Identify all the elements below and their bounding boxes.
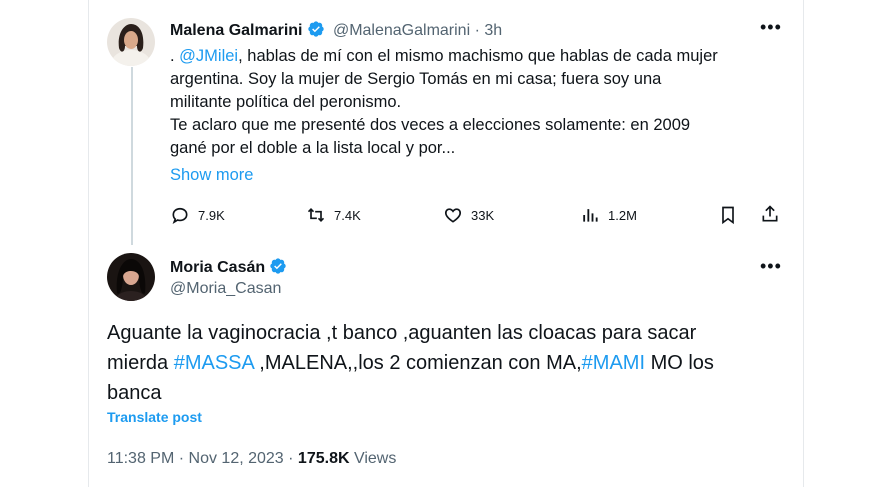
share-icon[interactable]: [760, 204, 780, 224]
post-author-name[interactable]: Moria Casán: [170, 259, 265, 276]
bookmark-icon[interactable]: [718, 205, 738, 225]
repost-icon: [307, 207, 325, 223]
verified-badge-icon: [307, 21, 324, 37]
repost-count: 7.4K: [334, 207, 361, 223]
views-action[interactable]: 1.2M: [580, 205, 637, 225]
post-more-icon[interactable]: •••: [760, 256, 782, 277]
reply-icon: [172, 207, 188, 224]
reply-author-handle[interactable]: @MalenaGalmarini: [333, 22, 470, 39]
like-icon: [444, 208, 462, 223]
views-icon: [583, 209, 598, 222]
translate-post-link[interactable]: Translate post: [107, 409, 202, 425]
reply-action[interactable]: 7.9K: [170, 205, 225, 225]
reply-time[interactable]: · 3h: [475, 22, 503, 39]
post-meta: 11:38 PM · Nov 12, 2023 · 175.8K Views: [107, 450, 396, 468]
verified-badge-icon: [270, 258, 286, 274]
reply-count: 7.9K: [198, 207, 225, 223]
reply-text: . @JMilei, hablas de mí con el mismo mac…: [170, 47, 718, 157]
hashtag-massa[interactable]: #MASSA: [174, 352, 254, 374]
repost-action[interactable]: 7.4K: [306, 205, 361, 225]
post-text: Aguante la vaginocracia ,t banco ,aguant…: [107, 322, 714, 404]
reply-more-icon[interactable]: •••: [760, 17, 782, 38]
post-header: Moria Casán: [170, 257, 287, 277]
thread-connector-line: [131, 67, 133, 245]
show-more-link[interactable]: Show more: [170, 166, 253, 185]
post-timestamp[interactable]: 11:38 PM · Nov 12, 2023 ·: [107, 450, 298, 467]
moria-avatar[interactable]: [107, 253, 155, 301]
malena-avatar[interactable]: [107, 18, 155, 66]
mention-link[interactable]: @JMilei: [179, 47, 238, 65]
hashtag-mami[interactable]: #MAMI: [582, 352, 645, 374]
views-label: Views: [349, 450, 397, 467]
views-count: 1.2M: [608, 207, 637, 223]
reply-header: Malena Galmarini @MalenaGalmarini · 3h: [170, 20, 502, 40]
view-count: 175.8K: [297, 450, 350, 467]
like-action[interactable]: 33K: [443, 205, 494, 225]
like-count: 33K: [471, 207, 495, 223]
post-author-handle[interactable]: @Moria_Casan: [170, 280, 281, 298]
reply-author-name[interactable]: Malena Galmarini: [170, 22, 303, 39]
